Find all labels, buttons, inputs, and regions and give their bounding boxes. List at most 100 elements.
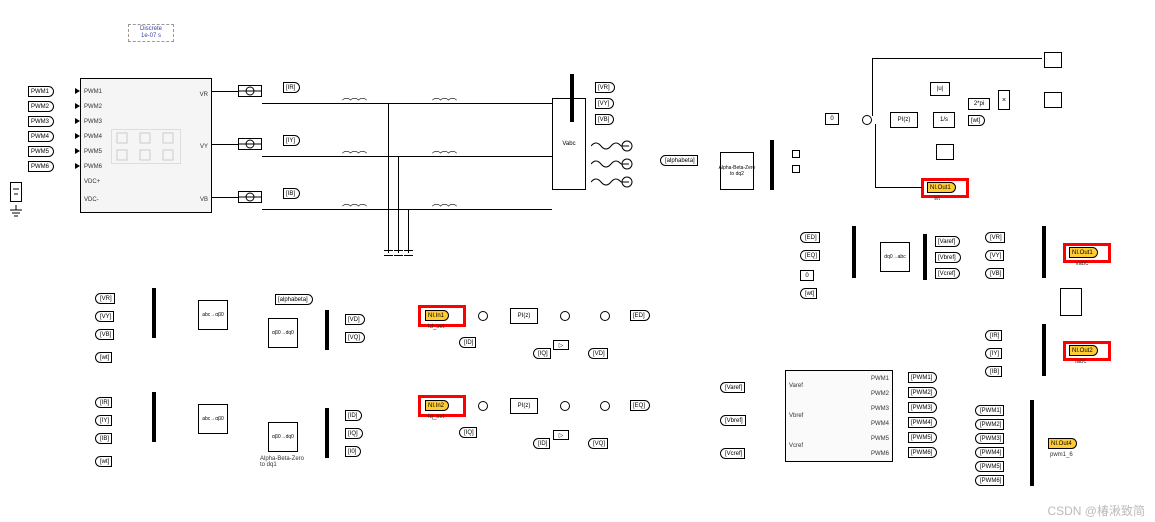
grid-source xyxy=(591,140,633,192)
solver-config: Discrete 1e-07 s xyxy=(128,24,174,42)
from-pwm5: [PWM5] xyxy=(975,461,1004,472)
goto-id: [ID] xyxy=(345,410,362,421)
from-pwm6: [PWM6] xyxy=(975,475,1004,486)
from-ir: [IR] xyxy=(985,330,1002,341)
mux xyxy=(152,288,156,338)
inverter-subsystem[interactable]: PWM1 PWM2 PWM3 PWM4 PWM5 PWM6 VDC+ VDC- … xyxy=(80,78,212,213)
igbt-bridge-icon xyxy=(111,129,181,164)
arrow-icon xyxy=(75,118,80,124)
wire xyxy=(408,209,409,253)
ni-in2[interactable]: NI.In2 xyxy=(425,400,449,411)
gain-block[interactable]: 2*pi xyxy=(968,98,990,110)
ni-in1[interactable]: NI.In1 xyxy=(425,310,449,321)
ni-out-pwm-label: pwm1_6 xyxy=(1050,452,1073,458)
wire xyxy=(212,144,238,145)
from-ib: [IB] xyxy=(95,433,112,444)
watermark: CSDN @椿湫致简 xyxy=(1047,502,1145,519)
svpwm-subsystem[interactable]: Varef Vbref Vcref PWM1 PWM2 PWM3 PWM4 PW… xyxy=(785,370,893,462)
port-label: PWM6 xyxy=(871,451,889,457)
from-vd: [VD] xyxy=(588,348,608,359)
from-vq: [VQ] xyxy=(588,438,608,449)
ni-out-pwm[interactable]: NI.Out4 xyxy=(1048,438,1077,449)
sum-block xyxy=(560,401,570,411)
constant-block[interactable]: 0 xyxy=(825,113,839,125)
capacitor-icon xyxy=(404,250,413,256)
port-label: PWM6 xyxy=(84,164,102,170)
abc2ab-block[interactable]: abc→αβ0 xyxy=(198,300,228,330)
goto-wt: [wt] xyxy=(968,115,985,126)
ni-out-vabc[interactable]: NI.Out1 xyxy=(1069,247,1098,258)
port-label: PWM3 xyxy=(871,406,889,412)
product-block: × xyxy=(998,90,1010,110)
from-eq: [EQ] xyxy=(800,250,820,261)
from-pwm3: PWM3 xyxy=(28,116,54,127)
from-iy: [IY] xyxy=(95,415,112,426)
from-wt: [wt] xyxy=(800,288,817,299)
goto-eq: [EQ] xyxy=(630,400,650,411)
from-pwm4: PWM4 xyxy=(28,131,54,142)
from-pwm2: [PWM2] xyxy=(975,419,1004,430)
mux xyxy=(852,226,856,278)
goto-pwm1: [PWM1] xyxy=(908,372,937,383)
ground-icon xyxy=(10,205,22,217)
ni-out-vabc-label: Vabc xyxy=(1075,261,1088,267)
inductor-icon: ⌒⌒⌒ xyxy=(432,96,456,109)
abc2ab-block[interactable]: abc→αβ0 xyxy=(198,404,228,434)
goto-vq: [VQ] xyxy=(345,332,365,343)
ni-out-wt[interactable]: NI.Out1 xyxy=(927,182,956,193)
from-vy: [VY] xyxy=(985,250,1004,261)
gain-block: ▷ xyxy=(553,430,569,440)
sum-block xyxy=(862,115,872,125)
ab2dq-block[interactable]: αβ0→dq0 xyxy=(268,318,298,348)
scope-icon[interactable] xyxy=(1060,288,1082,316)
from-ir: [IR] xyxy=(95,397,112,408)
constant-block[interactable]: 0 xyxy=(800,270,814,281)
terminator-icon xyxy=(792,150,800,158)
arrow-icon xyxy=(75,148,80,154)
scope-icon[interactable] xyxy=(1044,92,1062,108)
scope-icon[interactable] xyxy=(1044,52,1062,68)
capacitor-icon xyxy=(394,250,403,256)
from-vb: [VB] xyxy=(985,268,1004,279)
port-label: Vcref xyxy=(789,443,803,449)
voltage-measure[interactable]: Vabc xyxy=(552,98,586,190)
current-sensor xyxy=(238,138,262,150)
from-iy: [IY] xyxy=(985,348,1002,359)
dq2abc-block[interactable]: dq0→abc xyxy=(880,242,910,272)
pi-block[interactable]: PI(z) xyxy=(890,112,918,128)
port-label: VDC+ xyxy=(84,179,100,185)
port-label: VDC- xyxy=(84,197,99,203)
terminator-icon xyxy=(792,165,800,173)
goto-i0: [I0] xyxy=(345,446,361,457)
port-label: Varef xyxy=(789,383,803,389)
ni-in2-label: Iq_set xyxy=(428,414,444,420)
sum-block xyxy=(478,401,488,411)
scope-icon[interactable] xyxy=(936,144,954,160)
from-iq: [IQ] xyxy=(533,348,551,359)
pi-block[interactable]: PI(z) xyxy=(510,398,538,414)
mux xyxy=(1042,226,1046,278)
from-pwm1: PWM1 xyxy=(28,86,54,97)
ni-out-iabc[interactable]: NI.Out2 xyxy=(1069,345,1098,356)
wire xyxy=(262,103,552,104)
pi-block[interactable]: PI(z) xyxy=(510,308,538,324)
goto-vcref: [Vcref] xyxy=(935,268,960,279)
from-pwm2: PWM2 xyxy=(28,101,54,112)
wire xyxy=(262,156,552,157)
ni-in1-label: Id_set xyxy=(428,324,444,330)
port-label: PWM5 xyxy=(871,436,889,442)
dc-source xyxy=(10,182,22,202)
integrator-block[interactable]: 1/s xyxy=(933,112,955,128)
port-label: VY xyxy=(200,144,208,150)
wire xyxy=(262,209,552,210)
abs-block[interactable]: |u| xyxy=(930,82,950,96)
demux xyxy=(325,408,329,458)
from-id: [ID] xyxy=(533,438,550,449)
port-label: PWM1 xyxy=(84,89,102,95)
goto-iq: [IQ] xyxy=(345,428,363,439)
from-vcref: [Vcref] xyxy=(720,448,745,459)
ab2dq-block[interactable]: Alpha-Beta-Zero to dq2 xyxy=(720,152,754,190)
from-ib: [IB] xyxy=(985,366,1002,377)
inductor-icon: ⌒⌒⌒ xyxy=(342,149,366,162)
ab2dq-block[interactable]: αβ0→dq0 xyxy=(268,422,298,452)
